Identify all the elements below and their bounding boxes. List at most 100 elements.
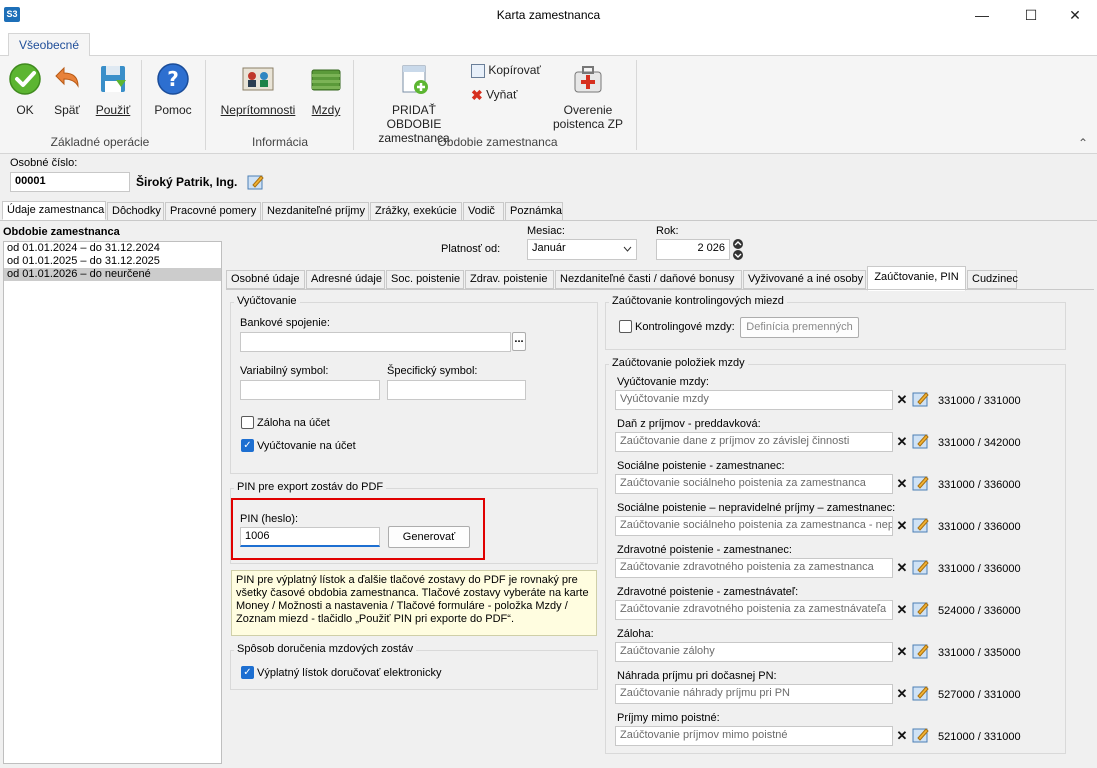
medical-kit-icon bbox=[574, 66, 602, 93]
list-item[interactable]: od 01.01.2025 – do 31.12.2025 bbox=[4, 255, 221, 268]
clear-icon[interactable]: ✕ bbox=[895, 477, 909, 491]
e-payslip-checkbox[interactable]: ✓ bbox=[241, 666, 254, 679]
bank-field[interactable] bbox=[240, 332, 511, 352]
item-field[interactable]: Zaúčtovanie zálohy bbox=[615, 642, 893, 662]
year-label: Rok: bbox=[656, 225, 679, 237]
month-value: Január bbox=[532, 242, 566, 254]
tab-tax-bonuses[interactable]: Nezdaniteľné časti / daňové bonusy bbox=[555, 270, 742, 289]
help-button[interactable]: ? Pomoc bbox=[150, 62, 196, 117]
year-spinner[interactable] bbox=[731, 239, 745, 260]
money-stack-icon bbox=[311, 69, 341, 91]
add-document-icon bbox=[402, 65, 428, 94]
month-label: Mesiac: bbox=[527, 225, 565, 237]
group-label-info: Informácia bbox=[251, 135, 309, 149]
tab-foreigner[interactable]: Cudzinec bbox=[967, 270, 1018, 289]
advance-checkbox[interactable] bbox=[241, 416, 254, 429]
subtab-divider bbox=[226, 289, 1094, 290]
tab-address[interactable]: Adresné údaje bbox=[306, 270, 385, 289]
item-field[interactable]: Zaúčtovanie sociálneho poistenia za zame… bbox=[615, 516, 893, 536]
edit-icon[interactable] bbox=[912, 559, 930, 575]
ok-button[interactable]: OK bbox=[6, 62, 44, 117]
apply-button[interactable]: Použiť bbox=[92, 62, 134, 117]
edit-icon[interactable] bbox=[912, 685, 930, 701]
edit-icon[interactable] bbox=[912, 391, 930, 407]
group-label-period: Obdobie zamestnanca bbox=[437, 135, 558, 149]
item-field[interactable]: Zaúčtovanie sociálneho poistenia za zame… bbox=[615, 474, 893, 494]
item-field[interactable]: Zaúčtovanie príjmov mimo poistné bbox=[615, 726, 893, 746]
specific-symbol-field[interactable] bbox=[387, 380, 526, 400]
delivery-group-title: Spôsob doručenia mzdových zostáv bbox=[234, 643, 417, 655]
save-disk-icon bbox=[101, 66, 126, 92]
edit-icon[interactable] bbox=[912, 601, 930, 617]
collapse-ribbon-icon[interactable]: ⌃ bbox=[1078, 136, 1088, 150]
clear-icon[interactable]: ✕ bbox=[895, 561, 909, 575]
tab-non-taxable-income[interactable]: Nezdaniteľné príjmy bbox=[262, 202, 369, 221]
pin-field[interactable]: 1006 bbox=[240, 527, 380, 547]
tab-divider bbox=[0, 220, 1097, 221]
item-field[interactable]: Vyúčtovanie mzdy bbox=[615, 390, 893, 410]
periods-title: Obdobie zamestnanca bbox=[3, 226, 120, 238]
ribbon-tab-general[interactable]: Všeobecné bbox=[8, 33, 90, 57]
list-item[interactable]: od 01.01.2024 – do 31.12.2024 bbox=[4, 242, 221, 255]
tab-driver[interactable]: Vodič bbox=[463, 202, 504, 221]
generate-pin-button[interactable]: Generovať bbox=[388, 526, 470, 548]
edit-employee-icon[interactable] bbox=[247, 173, 265, 191]
clear-icon[interactable]: ✕ bbox=[895, 393, 909, 407]
copy-button[interactable]: Kopírovať bbox=[471, 63, 541, 78]
list-item-selected[interactable]: od 01.01.2026 – do neurčené bbox=[4, 268, 221, 281]
bank-browse-button[interactable]: ... bbox=[512, 332, 526, 351]
accounting-group-title: Zaúčtovanie položiek mzdy bbox=[609, 357, 748, 369]
item-field[interactable]: Zaúčtovanie dane z príjmov zo závislej č… bbox=[615, 432, 893, 452]
maximize-button[interactable]: ☐ bbox=[1008, 0, 1054, 30]
tab-health-insurance[interactable]: Zdrav. poistenie bbox=[465, 270, 554, 289]
item-label: Príjmy mimo poistné: bbox=[617, 712, 720, 724]
clear-icon[interactable]: ✕ bbox=[895, 729, 909, 743]
edit-icon[interactable] bbox=[912, 433, 930, 449]
copy-label: Kopírovať bbox=[488, 63, 541, 77]
edit-icon[interactable] bbox=[912, 643, 930, 659]
help-icon: ? bbox=[157, 63, 189, 95]
item-label: Sociálne poistenie - zamestnanec: bbox=[617, 460, 785, 472]
tab-employee-data[interactable]: Údaje zamestnanca bbox=[2, 201, 106, 220]
absence-label: Neprítomnosti bbox=[220, 103, 296, 117]
edit-icon[interactable] bbox=[912, 475, 930, 491]
close-button[interactable]: ✕ bbox=[1052, 0, 1097, 30]
tab-note[interactable]: Poznámka bbox=[505, 202, 563, 221]
cut-button[interactable]: ✖ Vyňať bbox=[471, 87, 517, 104]
undo-arrow-icon bbox=[55, 66, 79, 88]
clear-icon[interactable]: ✕ bbox=[895, 519, 909, 533]
tab-pensions[interactable]: Dôchodky bbox=[107, 202, 164, 221]
control-wages-checkbox[interactable] bbox=[619, 320, 632, 333]
settle-checkbox[interactable]: ✓ bbox=[241, 439, 254, 452]
tab-deductions[interactable]: Zrážky, exekúcie bbox=[370, 202, 462, 221]
variable-symbol-label: Variabilný symbol: bbox=[240, 365, 329, 377]
clear-icon[interactable]: ✕ bbox=[895, 645, 909, 659]
clear-icon[interactable]: ✕ bbox=[895, 687, 909, 701]
tab-social-insurance[interactable]: Soc. poistenie bbox=[386, 270, 464, 289]
item-accounts: 527000 / 331000 bbox=[938, 689, 1021, 701]
wages-button[interactable]: Mzdy bbox=[306, 62, 346, 117]
ribbon-tab-bar bbox=[0, 30, 1097, 56]
back-button[interactable]: Späť bbox=[48, 62, 86, 117]
month-select[interactable]: Január bbox=[527, 239, 637, 260]
year-field[interactable]: 2 026 bbox=[656, 239, 730, 260]
copy-icon bbox=[471, 63, 485, 78]
clear-icon[interactable]: ✕ bbox=[895, 435, 909, 449]
absence-button[interactable]: Neprítomnosti bbox=[216, 62, 300, 117]
item-field[interactable]: Zaúčtovanie zdravotného poistenia za zam… bbox=[615, 558, 893, 578]
verify-insurance-button[interactable]: Overenie poistenca ZP bbox=[550, 62, 626, 131]
minimize-button[interactable]: — bbox=[959, 0, 1005, 30]
tab-dependents[interactable]: Vyživované a iné osoby bbox=[743, 270, 866, 289]
tab-accounting-pin[interactable]: Zaúčtovanie, PIN bbox=[867, 266, 966, 291]
clear-icon[interactable]: ✕ bbox=[895, 603, 909, 617]
tab-personal[interactable]: Osobné údaje bbox=[226, 270, 305, 289]
employee-number-field[interactable]: 00001 bbox=[10, 172, 130, 192]
edit-icon[interactable] bbox=[912, 517, 930, 533]
add-period-button[interactable]: PRIDAŤ OBDOBIE zamestnanca bbox=[364, 62, 464, 145]
item-field[interactable]: Zaúčtovanie náhrady príjmu pri PN bbox=[615, 684, 893, 704]
item-field[interactable]: Zaúčtovanie zdravotného poistenia za zam… bbox=[615, 600, 893, 620]
variable-symbol-field[interactable] bbox=[240, 380, 380, 400]
define-variables-button[interactable]: Definícia premenných bbox=[740, 317, 859, 338]
tab-employment[interactable]: Pracovné pomery bbox=[165, 202, 261, 221]
edit-icon[interactable] bbox=[912, 727, 930, 743]
